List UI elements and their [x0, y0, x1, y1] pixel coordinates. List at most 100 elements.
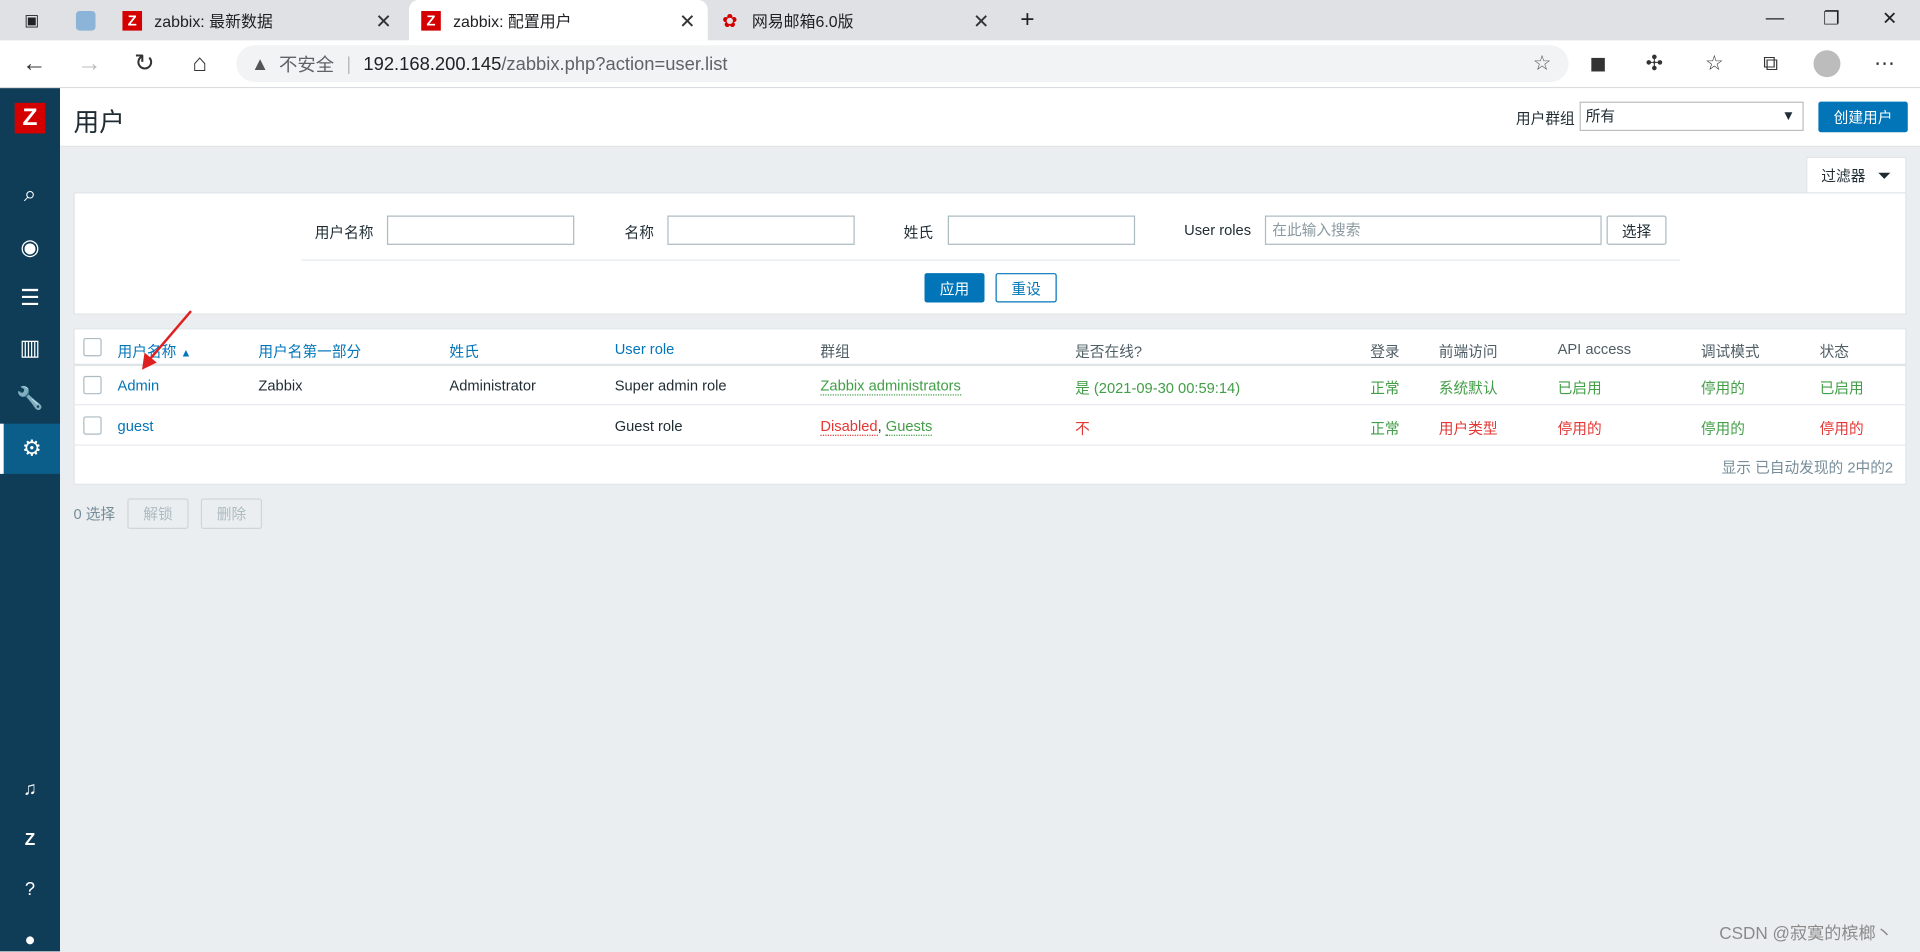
column-login: 登录	[1370, 342, 1400, 361]
monitoring-eye-icon[interactable]: ◉	[0, 229, 60, 266]
login-status: 正常	[1370, 420, 1400, 438]
apply-button[interactable]: 应用	[924, 273, 985, 303]
tab-label: zabbix: 最新数据	[154, 12, 273, 31]
row-checkbox[interactable]	[83, 375, 102, 395]
login-status: 正常	[1370, 379, 1400, 397]
frontend-access-link[interactable]: 系统默认	[1439, 377, 1498, 398]
api-access-link[interactable]: 已启用	[1558, 377, 1602, 398]
close-tab-icon[interactable]: ✕	[973, 10, 989, 34]
create-user-button[interactable]: 创建用户	[1818, 101, 1908, 133]
inventory-list-icon[interactable]: ☰	[0, 279, 60, 316]
frontend-access-link[interactable]: 用户类型	[1439, 418, 1498, 439]
tab-pinned[interactable]	[64, 0, 108, 40]
tab-label: 网易邮箱6.0版	[751, 12, 854, 31]
close-window-icon[interactable]: ✕	[1882, 7, 1897, 30]
tab-netease-mail[interactable]: ✿ 网易邮箱6.0版 ✕	[713, 0, 1002, 40]
status-link[interactable]: 停用的	[1820, 418, 1864, 439]
netease-favicon-icon: ✿	[722, 10, 738, 32]
surname-filter-label: 姓氏	[903, 224, 934, 242]
back-icon[interactable]: ←	[20, 50, 49, 77]
user-group-select[interactable]: 所有 ▼	[1579, 101, 1804, 132]
surname-filter-input[interactable]	[947, 215, 1136, 245]
roles-select-button[interactable]: 选择	[1606, 215, 1667, 245]
administration-gear-icon[interactable]: ⚙	[0, 423, 61, 474]
forward-icon[interactable]: →	[75, 50, 104, 77]
close-tab-icon[interactable]: ✕	[375, 10, 391, 34]
name-filter-input[interactable]	[667, 215, 855, 245]
extensions-icon[interactable]: ✣	[1640, 51, 1669, 75]
configuration-wrench-icon[interactable]: 🔧	[0, 380, 60, 417]
support-headset-icon[interactable]: ♫	[0, 770, 60, 807]
filter-panel: 用户名称 名称 姓氏 User roles 在此输入搜索 选择 应用 重设	[73, 192, 1907, 315]
roles-filter-input[interactable]: 在此输入搜索	[1264, 215, 1602, 245]
api-access-link[interactable]: 停用的	[1558, 418, 1602, 439]
column-user-role[interactable]: User role	[615, 340, 675, 357]
csdn-watermark: CSDN @寂寞的槟榔丶	[1719, 923, 1893, 943]
column-frontend-access: 前端访问	[1438, 342, 1498, 361]
favorite-add-icon[interactable]: ☆	[1533, 51, 1552, 75]
role-cell: Guest role	[614, 417, 683, 435]
select-all-checkbox[interactable]	[83, 337, 102, 357]
annotation-arrow-icon	[142, 310, 192, 370]
username-link[interactable]: Admin	[118, 377, 160, 394]
zabbix-logo[interactable]: Z	[14, 102, 46, 134]
home-icon[interactable]: ⌂	[185, 50, 214, 77]
page-header: 用户 用户群组 所有 ▼ 创建用户	[60, 88, 1920, 147]
online-cell: 不	[1075, 420, 1090, 438]
collections-add-icon[interactable]: ⧉	[1756, 51, 1785, 75]
filter-funnel-icon: ⏷	[1877, 165, 1892, 185]
column-surname[interactable]: 姓氏	[449, 340, 478, 361]
groups-cell: Disabled, Guests	[820, 417, 933, 436]
sidebar: Z ⌕ ◉ ☰ ▥ 🔧 ⚙ ♫ Z ? ●	[0, 88, 61, 952]
debug-mode-link[interactable]: 停用的	[1701, 418, 1745, 439]
profile-avatar[interactable]	[1813, 50, 1841, 78]
selected-count: 0 选择	[73, 505, 116, 523]
reset-button[interactable]: 重设	[995, 273, 1057, 303]
filter-tab[interactable]: 过滤器 ⏷	[1806, 156, 1907, 194]
tab-label: zabbix: 配置用户	[453, 12, 572, 31]
reports-chart-icon[interactable]: ▥	[0, 329, 60, 366]
column-groups: 群组	[820, 342, 850, 361]
status-link[interactable]: 已启用	[1820, 377, 1864, 398]
table-footer-count: 显示 已自动发现的 2中的2	[1721, 459, 1894, 477]
page-title: 用户	[73, 108, 125, 138]
user-group-label: 用户群组	[1515, 110, 1575, 128]
username-filter-input[interactable]	[386, 215, 575, 245]
chevron-down-icon: ▼	[1781, 108, 1796, 124]
user-profile-icon[interactable]: ●	[0, 921, 60, 952]
restore-icon[interactable]: ❐	[1823, 7, 1839, 30]
close-tab-icon[interactable]: ✕	[679, 10, 695, 34]
url-host: 192.168.200.145	[363, 53, 502, 75]
row-checkbox[interactable]	[83, 416, 102, 435]
tab-user-config[interactable]: Z zabbix: 配置用户 ✕	[408, 0, 708, 41]
filter-tab-label: 过滤器	[1821, 167, 1866, 185]
group-link[interactable]: Guests	[885, 417, 933, 436]
unlock-button[interactable]: 解锁	[127, 498, 189, 529]
username-link[interactable]: guest	[118, 418, 154, 435]
group-link[interactable]: Disabled	[820, 417, 878, 436]
minimize-icon[interactable]: —	[1766, 7, 1784, 28]
search-icon[interactable]: ⌕	[0, 175, 60, 212]
new-tab-icon[interactable]: +	[1011, 0, 1043, 40]
user-group-value: 所有	[1585, 107, 1616, 125]
column-name[interactable]: 用户名第一部分	[258, 340, 361, 361]
zabbix-share-icon[interactable]: Z	[0, 820, 60, 857]
username-filter-label: 用户名称	[314, 224, 374, 242]
delete-button[interactable]: 删除	[200, 498, 263, 529]
favorites-icon[interactable]: ☆	[1700, 51, 1729, 75]
role-cell: Super admin role	[614, 377, 727, 395]
online-cell: 是 (2021-09-30 00:59:14)	[1075, 379, 1241, 397]
tab-actions-icon[interactable]: ▣	[10, 0, 54, 40]
debug-mode-link[interactable]: 停用的	[1701, 377, 1745, 398]
table-row: Admin Zabbix Administrator Super admin r…	[74, 366, 1906, 406]
collections-icon[interactable]: ◼	[1583, 51, 1612, 75]
group-link[interactable]: Zabbix administrators	[820, 377, 961, 396]
address-field[interactable]: ▲ 不安全 | 192.168.200.145 /zabbix.php?acti…	[236, 45, 1569, 83]
more-icon[interactable]: ⋯	[1870, 51, 1899, 75]
reload-icon[interactable]: ↻	[130, 50, 159, 77]
users-table: 用户名称 ▲ 用户名第一部分 姓氏 User role 群组 是否在线? 登录 …	[73, 328, 1907, 485]
name-cell: Zabbix	[258, 377, 303, 395]
tab-latest-data[interactable]: Z zabbix: 最新数据 ✕	[115, 0, 404, 40]
table-header: 用户名称 ▲ 用户名第一部分 姓氏 User role 群组 是否在线? 登录 …	[74, 329, 1906, 367]
help-icon[interactable]: ?	[0, 871, 60, 908]
